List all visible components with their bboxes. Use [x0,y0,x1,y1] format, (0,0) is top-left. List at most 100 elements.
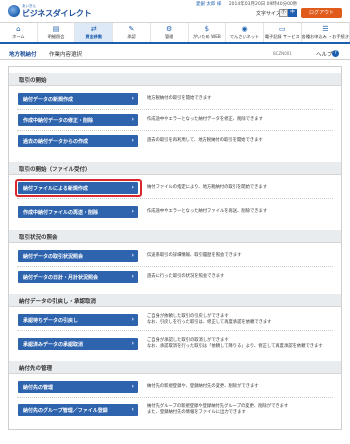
font-size-medium-button[interactable]: 中 [288,9,297,17]
menu-button[interactable]: 納付先の管理 › [18,381,138,393]
help-link[interactable]: ヘルプ [316,50,333,58]
nav-item-label: 承認 [127,34,136,39]
chevron-right-icon: › [131,95,134,102]
row-divider [17,198,333,199]
section-header: 取引の開始 [9,73,341,86]
menu-description: 作成途中やエラーとなった納付データを修正、削除できます [147,117,263,122]
menu-button[interactable]: 承認待ちデータの引戻し › [18,314,138,326]
nav-item-network[interactable]: ◉ でんさいネット [226,23,264,42]
user-name: 愛銀 太郎 様 [196,2,222,7]
section-header: 取引状況の照会 [9,230,341,243]
menu-button[interactable]: 作成中納付データの修正・削除 › [18,114,138,126]
menu-button[interactable]: 納付先のグループ管理／ファイル登録 › [18,404,138,416]
page-title: 作業内容選択 [49,52,83,58]
task-selection-panel: 取引の開始納付データの新規作成 › 地方税納付の取引を開始できます作成中納付データの… [8,66,342,430]
menu-description: 納付ファイルの指定により、地方税納付の取引を開始できます [147,185,268,190]
nav-item-document[interactable]: ▤ 明細照会 [38,23,76,42]
transfer-icon: ⇄ [90,25,97,33]
nav-item-label: ホーム [12,34,25,39]
menu-button-label: 過去の納付データからの作成 [23,139,89,145]
network-icon: ◉ [241,25,248,33]
menu-button[interactable]: 納付データの取引状況照会 › [18,250,138,262]
menu-description: 伝送系取引の詳細情報、取引履歴を照会できます [147,253,242,258]
menu-description: 納付先の新規登録や、登録納付先の変更、削除ができます [147,384,259,389]
document-icon: ▤ [52,25,60,33]
record-icon: ▭ [278,25,286,33]
nav-item-label: 資金移動 [85,34,103,39]
help-icon[interactable]: ? [332,50,339,57]
breadcrumb-service: 地方税納付 [9,52,37,58]
menu-description: なお、引戻しを行った取引は、修正して再度承認を依頼できます [147,320,272,325]
nav-item-transfer[interactable]: ⇄ 資金移動 [75,23,114,42]
section-header: 取引の開始（ファイル受付） [9,162,341,175]
nav-item-foreign-exchange[interactable]: $ がいため WEB [189,23,227,42]
section-header: 納付先の管理 [9,361,341,374]
menu-button-label: 納付データの日計・月計状況照会 [23,275,99,281]
section-title: 取引の開始（ファイル受付） [19,167,91,173]
section-header: 納付データの引戻し・承認取消 [9,294,341,307]
menu-description: 過去に行った取引の状況を照会できます [147,274,225,279]
approve-icon: ✎ [128,25,135,33]
menu-description: なお、承認取消を行った取引は「依頼して降りる」より、修正して再度承認を依頼できま… [147,344,323,349]
nav-item-record[interactable]: ▭ 電子記録 サービス [264,23,302,42]
menu-button[interactable]: 納付データの新規作成 › [18,93,138,105]
menu-description: 過去の取引を再利用して、地方税納付の取引を開始できます [147,138,263,143]
font-size-small-button[interactable]: 小 [279,9,288,17]
nav-item-label: 電子記録 サービス [264,34,300,39]
logo-text: ビジネスダイレクト [22,9,92,18]
menu-description: また、登録納付先の情報をファイルに出力できます [147,410,246,415]
page-code: BCZN001 [273,51,292,56]
title-bar: 地方税納付 作業内容選択 BCZN001 ヘルプ ? [0,46,350,60]
nav-item-settings[interactable]: ⚙ 管理 [151,23,189,42]
nav-item-label: 各種お申込み ・お手続き [301,34,350,39]
menu-button-label: 作成中納付ファイルの再送・削除 [23,210,99,216]
chevron-right-icon: › [131,383,134,390]
menu-button[interactable]: 作成中納付ファイルの再送・削除 › [18,206,138,218]
menu-description: 地方税納付の取引を開始できます [147,96,212,101]
menu-button-label: 納付先のグループ管理／ファイル登録 [23,408,108,414]
bank-logo-icon [8,5,20,17]
nav-item-label: でんさいネット [229,34,260,39]
section-title: 納付データの引戻し・承認取消 [19,299,97,305]
nav-item-label: がいため WEB [192,34,221,39]
header: あいぎん ビジネスダイレクト 愛銀 太郎 様 2014年03月20日 09時40… [0,0,350,21]
section-title: 取引の開始 [19,78,47,84]
foreign-exchange-icon: $ [204,25,210,33]
chevron-right-icon: › [131,252,134,259]
menu-button[interactable]: 過去の納付データからの作成 › [18,135,138,147]
menu-button-label: 納付データの新規作成 [23,97,74,103]
last-login-time: 2014年03月20日 09時40分00秒 [228,2,298,7]
logout-button[interactable]: ログアウト [301,8,342,18]
row-divider [17,109,333,110]
global-nav: ⌂ ホーム ▤ 明細照会 ⇄ 資金移動 ✎ 承認 ⚙ 管理 $ がいため WEB ◉ でんさいネット ▭ 電子… [0,22,350,44]
menu-button-label: 作成中納付データの修正・削除 [23,118,94,124]
menu-button-label: 承認待ちデータの引戻し [23,318,79,324]
row-divider [17,330,333,331]
chevron-right-icon: › [131,340,134,347]
row-divider [17,397,333,398]
menu-button[interactable]: 納付データの日計・月計状況照会 › [18,271,138,283]
highlight-frame [15,179,142,197]
section-title: 納付先の管理 [19,366,53,372]
menu-button-label: 納付先の管理 [23,385,54,391]
menu-button-label: 納付データの取引状況照会 [23,254,84,260]
row-divider [17,130,333,131]
chevron-right-icon: › [131,116,134,123]
home-icon: ⌂ [16,25,21,33]
menu-button[interactable]: 承認済みデータの承認取消 › [18,338,138,350]
user-info: 愛銀 太郎 様 2014年03月20日 09時40分00秒 [196,1,297,7]
chevron-right-icon: › [131,208,134,215]
application-icon: ☰ [322,25,329,33]
chevron-right-icon: › [131,316,134,323]
row-divider [17,266,333,267]
settings-icon: ⚙ [166,25,173,33]
chevron-right-icon: › [131,137,134,144]
nav-item-approve[interactable]: ✎ 承認 [113,23,151,42]
chevron-right-icon: › [131,406,134,413]
nav-item-home[interactable]: ⌂ ホーム [0,23,38,42]
chevron-right-icon: › [131,273,134,280]
nav-item-application[interactable]: ☰ 各種お申込み ・お手続き [302,23,350,42]
nav-item-label: 管理 [164,34,174,39]
nav-item-label: 明細照会 [47,34,65,39]
section-title: 取引状況の照会 [19,235,58,241]
